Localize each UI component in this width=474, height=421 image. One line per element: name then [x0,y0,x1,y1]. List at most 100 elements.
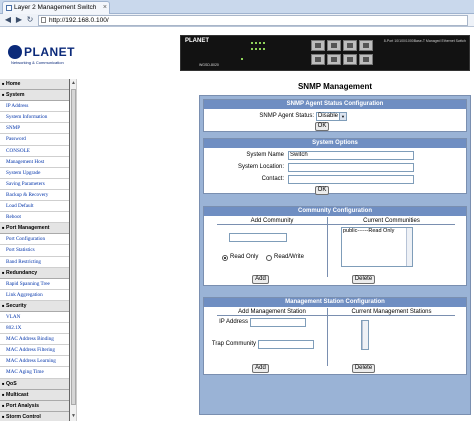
menu-label: Management Host [6,158,45,165]
menu-link[interactable]: MAC Address Learning [0,356,69,368]
menu-link[interactable]: Band Restricting [0,257,69,268]
menu-label: CONSOLE [6,147,30,154]
forward-icon[interactable]: ▶ [14,15,24,25]
menu-group[interactable]: ■ Multicast [0,389,69,401]
port-led-icon [251,48,253,50]
system-options-section: System Options System Name Switch System… [203,138,467,195]
trap-community-input[interactable] [258,340,314,349]
menu-label: System Information [6,114,48,121]
station-ip-input[interactable] [250,318,306,327]
menu-link[interactable]: MAC Aging Time [0,367,69,379]
menu-group[interactable]: ■ Redundancy [0,267,69,279]
current-stations-list[interactable] [361,320,369,350]
ethernet-port-icon [311,54,325,65]
current-communities-list[interactable]: public------Read Only [341,227,413,267]
menu-label: IP Address [6,103,29,110]
menu-link[interactable]: IP Address [0,101,69,113]
browser-tab-title: Layer 2 Management Switch [14,4,97,11]
menu-link[interactable]: System Information [0,112,69,124]
system-location-input[interactable] [288,163,414,172]
menu-group[interactable]: ■ Storm Control [0,411,69,421]
menu-label: Rapid Spanning Tree [6,280,50,287]
management-station-section: Management Station Configuration Add Man… [203,297,467,375]
community-name-input[interactable] [229,233,287,242]
system-options-ok-button[interactable]: OK [315,186,329,195]
menu-link[interactable]: Backup & Recovery [0,190,69,202]
menu-link[interactable]: 802.1X [0,323,69,335]
list-scrollbar[interactable] [406,228,412,266]
close-tab-icon[interactable]: × [103,2,107,13]
menu-group[interactable]: ■ System [0,90,69,102]
list-scrollbar[interactable] [362,321,368,349]
sidebar-menu: ■ Home ■ System IP Address System Information… [0,79,70,421]
device-brand: PLANET [185,38,209,44]
menu-group[interactable]: ■ QoS [0,378,69,390]
community-list-items: public------Read Only [343,228,412,235]
browser-tab[interactable]: Layer 2 Management Switch × [2,1,110,14]
power-led-icon [241,58,243,60]
menu-group[interactable]: ■ Security [0,300,69,312]
menu-label: MAC Address Learning [6,358,56,365]
scrollbar-thumb[interactable] [71,89,76,405]
menu-link[interactable]: MAC Address Filtering [0,345,69,357]
system-name-input[interactable]: Switch [288,151,414,160]
add-station-header: Add Management Station [217,308,327,316]
ethernet-port-icon [343,40,357,51]
menu-label: MAC Address Filtering [6,347,55,354]
device-description: 8-Port 10/100/1000Base-T Managed Etherne… [383,39,466,43]
menu-link[interactable]: Reboot [0,212,69,224]
add-station-button[interactable]: Add [252,364,269,373]
delete-station-button[interactable]: Delete [352,364,375,373]
menu-group[interactable]: ■ Port Analysis [0,400,69,412]
read-write-label: Read/Write [274,254,304,260]
menu-label: Load Default [6,203,34,210]
port-led-icon [259,42,261,44]
ethernet-port-icon [359,54,373,65]
add-community-button[interactable]: Add [252,275,269,284]
sidebar-scrollbar[interactable]: ▲ ▼ [70,79,77,421]
back-icon[interactable]: ◀ [3,15,13,25]
read-only-radio[interactable] [222,255,228,261]
device-model: WGSD-8020 [199,63,219,67]
ip-address-label: IP Address [219,319,248,325]
agent-status-section: SNMP Agent Status Configuration SNMP Age… [203,99,467,132]
menu-link[interactable]: Port Configuration [0,234,69,246]
menu-label: MAC Aging Time [6,369,44,376]
scroll-up-icon[interactable]: ▲ [70,80,77,87]
menu-link[interactable]: Rapid Spanning Tree [0,279,69,290]
refresh-icon[interactable]: ↻ [25,15,35,25]
agent-status-ok-button[interactable]: OK [315,122,329,131]
menu-link[interactable]: Link Aggregation [0,290,69,301]
menu-link[interactable]: Password [0,134,69,146]
agent-status-value: Disable [318,113,339,119]
menu-link[interactable]: Saving Parameters [0,179,69,190]
menu-link[interactable]: System Upgrade [0,168,69,179]
agent-status-header: SNMP Agent Status Configuration [204,100,466,109]
menu-link[interactable]: VLAN [0,312,69,324]
ethernet-port-icon [327,54,341,65]
read-write-radio[interactable] [266,255,272,261]
scroll-down-icon[interactable]: ▼ [70,413,77,420]
menu-link[interactable]: SNMP [0,123,69,135]
contact-input[interactable] [288,175,414,184]
menu-link[interactable]: Management Host [0,157,69,168]
main-content: SNMP Management SNMP Agent Status Config… [78,79,474,421]
menu-link[interactable]: CONSOLE [0,146,69,157]
community-list-item[interactable]: public------Read Only [343,228,412,235]
management-station-header: Management Station Configuration [204,298,466,307]
address-bar[interactable]: http://192.168.0.100/ [38,15,468,26]
community-section: Community Configuration Add Community Cu… [203,206,467,286]
menu-label: Redundancy [6,269,38,276]
menu-label: System [6,92,25,99]
menu-group[interactable]: ■ Home [0,79,69,91]
chevron-down-icon: ▼ [339,113,346,120]
menu-group[interactable]: ■ Port Management [0,223,69,235]
agent-status-select[interactable]: Disable ▼ [316,112,347,121]
menu-link[interactable]: Port Statistics [0,245,69,257]
menu-link[interactable]: Load Default [0,201,69,213]
page-title: SNMP Management [297,82,373,91]
logo-text: PLANET [24,45,75,59]
menu-label: MAC Address Binding [6,336,54,343]
menu-link[interactable]: MAC Address Binding [0,334,69,346]
delete-community-button[interactable]: Delete [352,275,375,284]
